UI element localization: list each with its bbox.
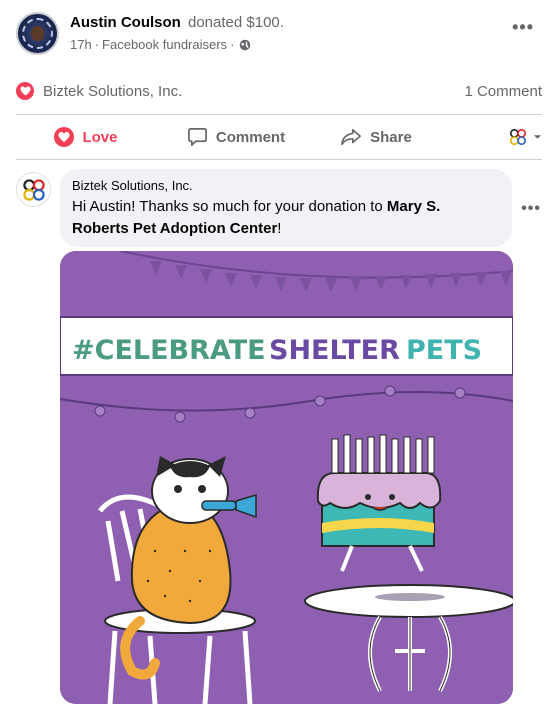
page-switcher-button[interactable] [452,119,542,155]
author-avatar[interactable] [16,12,59,55]
globe-icon [240,39,251,50]
banner-text-shelter: SHELTER [269,335,400,366]
post-action-text: donated $100. [188,14,284,31]
more-options-icon[interactable]: ••• [512,18,534,36]
love-button[interactable]: Love [16,119,156,155]
comment-text-end: ! [277,220,282,237]
divider-bottom [16,159,542,160]
post-meta: 17h · Facebook fundraisers · [70,37,251,52]
caret-down-icon [533,135,542,139]
action-bar: Love Comment Share [16,118,542,156]
meta-separator: · [94,37,100,52]
reactor-name: Biztek Solutions, Inc. [43,82,183,100]
share-button[interactable]: Share [316,119,436,155]
author-name[interactable]: Austin Coulson [70,14,181,31]
post-source[interactable]: Facebook fundraisers [102,37,227,52]
love-reaction-icon [16,82,34,100]
reactions-left[interactable]: Biztek Solutions, Inc. [16,82,182,100]
biztek-logo-icon [22,178,45,201]
avatar-figure [31,26,44,41]
comment-count[interactable]: 1 Comment [464,83,542,100]
love-label: Love [82,128,118,146]
comment-label: Comment [215,128,286,146]
celebrate-shelter-pets-illustration: #CELEBRATE SHELTER PETS [60,251,513,704]
meta-separator-2: · [230,37,235,52]
comment-bubble: Biztek Solutions, Inc. Hi Austin! Thanks… [60,169,512,247]
post-title-line: Austin Coulson donated $100. [70,14,284,31]
commenter-avatar[interactable] [16,172,51,207]
share-arrow-icon [341,128,362,146]
comment-more-icon[interactable]: ••• [521,200,541,218]
speech-bubble-icon [187,128,207,146]
divider-top [16,114,542,115]
comment-author[interactable]: Biztek Solutions, Inc. [72,178,500,193]
share-label: Share [370,128,412,146]
heart-icon [54,127,75,147]
biztek-logo-icon [509,128,527,146]
reaction-summary: Biztek Solutions, Inc. 1 Comment [16,78,542,104]
comment-text: Hi Austin! Thanks so much for your donat… [72,196,500,240]
comment-image[interactable]: #CELEBRATE SHELTER PETS [60,251,513,704]
comment-text-start: Hi Austin! Thanks so much for your donat… [72,198,387,215]
post-time[interactable]: 17h [70,37,92,52]
comment-button[interactable]: Comment [156,119,316,155]
banner-text-celebrate: #CELEBRATE [72,335,266,366]
banner-text-pets: PETS [406,335,482,366]
post-header: Austin Coulson donated $100. 17h · Faceb… [16,12,540,58]
